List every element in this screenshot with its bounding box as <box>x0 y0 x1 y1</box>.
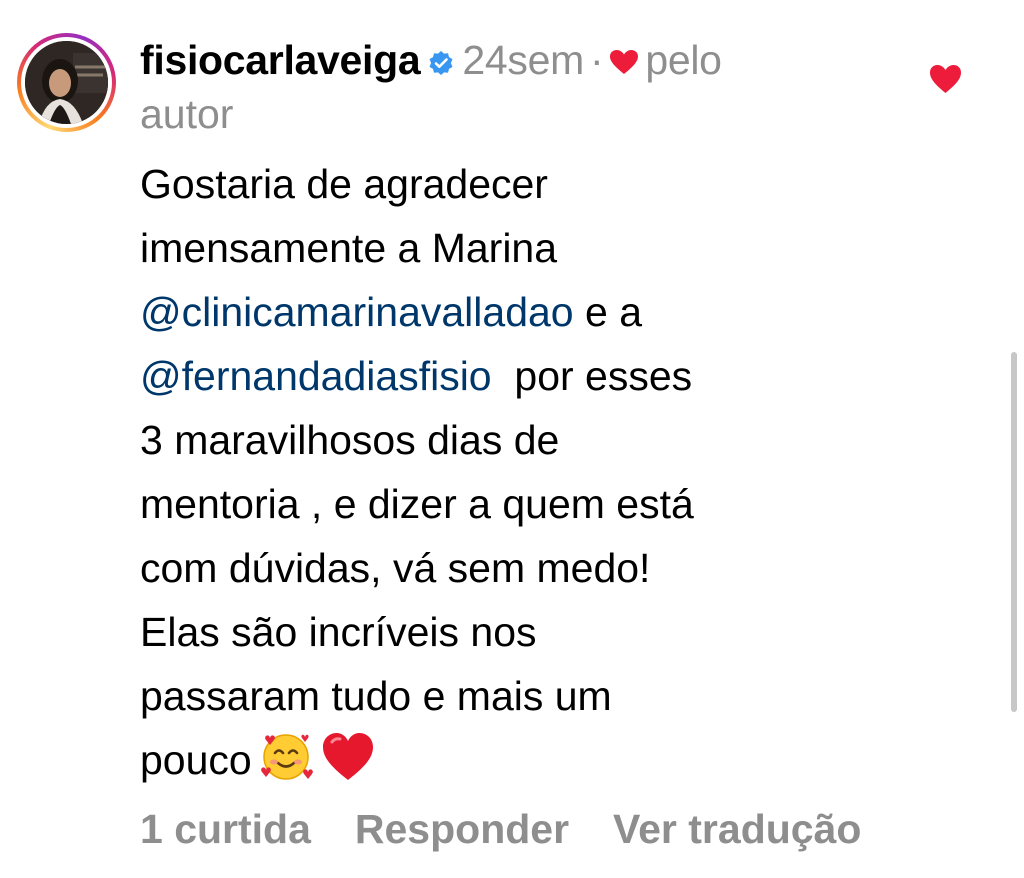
heart-icon <box>609 35 639 74</box>
comment-actions: 1 curtida Responder Ver tradução <box>140 803 861 855</box>
comment-line: com dúvidas, vá sem medo! <box>140 545 651 591</box>
comment-line: imensamente a Marina <box>140 225 558 271</box>
comment-line: Gostaria de agradecer <box>140 161 548 207</box>
liked-by-author-label-continued: autor <box>140 91 234 137</box>
verified-badge-icon <box>428 36 454 75</box>
comment-line-last: pouco <box>140 728 910 792</box>
comment-line: mentoria , e dizer a quem está <box>140 481 694 527</box>
likes-count-link[interactable]: 1 curtida <box>140 806 311 852</box>
comment-body: Gostaria de agradecer imensamente a Mari… <box>140 152 910 792</box>
comment-text: por esses <box>491 353 693 399</box>
red-heart-emoji <box>320 728 376 784</box>
comment-line: 3 maravilhosos dias de <box>140 417 560 463</box>
like-button[interactable] <box>929 64 962 94</box>
mention-link[interactable]: @fernandadiasfisio <box>140 353 492 399</box>
scrollbar[interactable] <box>1011 352 1017 712</box>
avatar[interactable] <box>17 33 116 132</box>
comment-text: pouco <box>140 737 252 783</box>
comment-line: Elas são incríveis nos <box>140 609 537 655</box>
username-link[interactable]: fisiocarlaveiga <box>140 37 421 83</box>
smiling-face-with-hearts-emoji <box>258 728 314 784</box>
comment-header: fisiocarlaveiga 24sem · pelo <box>140 34 880 86</box>
heart-filled-icon <box>930 65 961 93</box>
mention-link[interactable]: @clinicamarinavalladao <box>140 289 574 335</box>
avatar-image <box>25 41 108 124</box>
comment-line: passaram tudo e mais um <box>140 673 612 719</box>
see-translation-button[interactable]: Ver tradução <box>613 806 861 852</box>
comment-text: e a <box>573 289 642 335</box>
liked-by-author-label: pelo <box>645 37 722 83</box>
comment-time: 24sem <box>462 37 584 83</box>
separator-dot: · <box>589 37 604 83</box>
comment-line-mention-2: @fernandadiasfisio por esses <box>140 344 910 408</box>
reply-button[interactable]: Responder <box>355 806 569 852</box>
comment-line-mention-1: @clinicamarinavalladao e a <box>140 280 910 344</box>
